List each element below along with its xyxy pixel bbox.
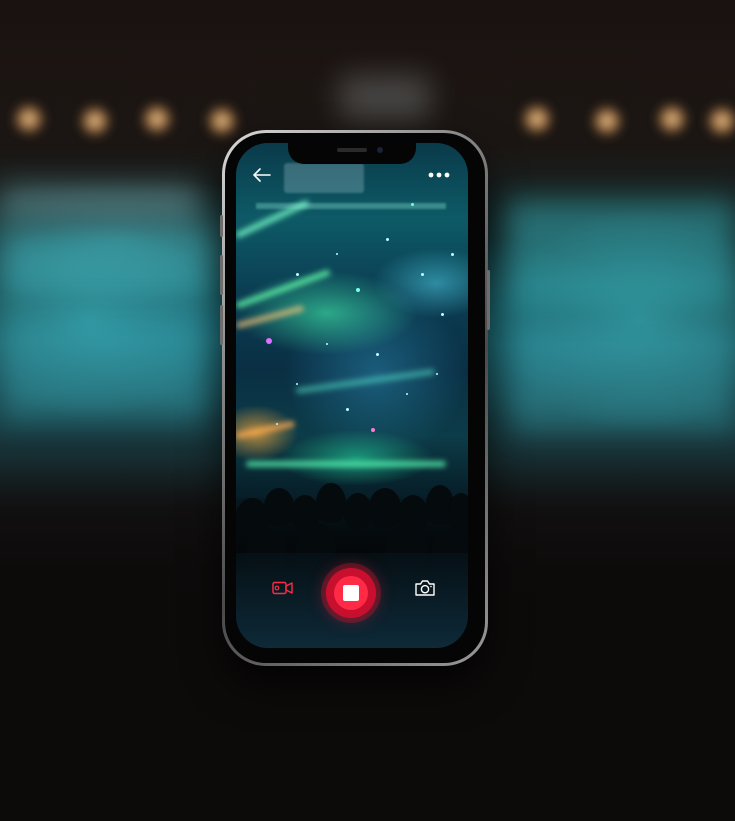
- camera-controls: [236, 563, 468, 623]
- arrow-left-icon: [253, 168, 271, 182]
- photo-mode-button[interactable]: [414, 578, 436, 598]
- record-button-core: [334, 576, 368, 610]
- record-button[interactable]: [326, 568, 376, 618]
- back-button[interactable]: [250, 165, 274, 185]
- phone-screen: [236, 143, 468, 648]
- home-indicator: [314, 638, 390, 642]
- volume-down-button: [220, 305, 223, 345]
- power-button: [487, 270, 490, 330]
- top-bar: [236, 163, 468, 191]
- camera-icon: [415, 580, 435, 596]
- video-camera-icon: [272, 581, 293, 595]
- phone-notch: [288, 143, 416, 164]
- more-options-button[interactable]: [426, 165, 452, 185]
- video-mode-button[interactable]: [272, 580, 294, 596]
- volume-up-button: [220, 255, 223, 295]
- more-horizontal-icon: [428, 172, 450, 178]
- phone-mockup: [220, 130, 490, 666]
- stop-square-icon: [343, 585, 359, 601]
- mute-switch: [220, 215, 223, 237]
